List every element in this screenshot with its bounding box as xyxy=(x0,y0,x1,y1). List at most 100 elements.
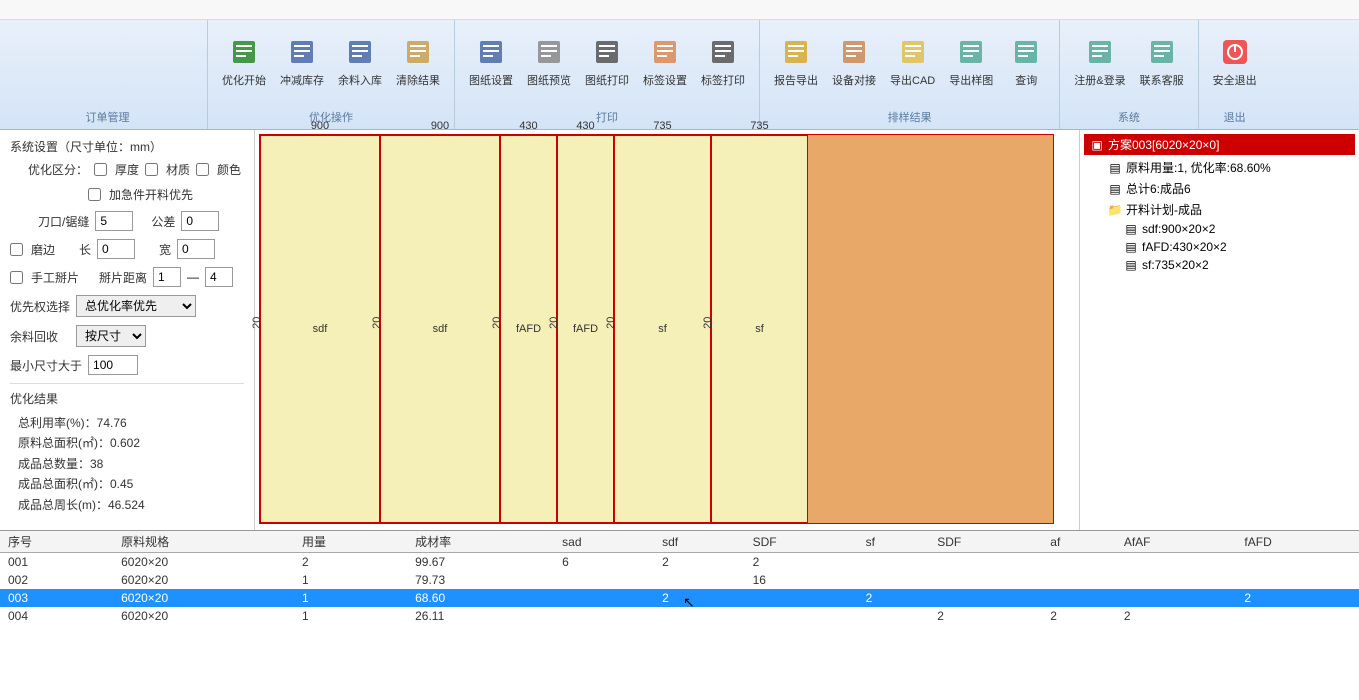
table-row[interactable]: 0026020×20179.7316 xyxy=(0,571,1359,589)
title-bar xyxy=(0,0,1359,20)
blade-label: 刀口/锯缝 xyxy=(38,213,89,230)
col-header[interactable]: sf xyxy=(858,531,930,553)
color-checkbox[interactable] xyxy=(196,163,209,176)
tree-item[interactable]: ▤sf:735×20×2 xyxy=(1084,256,1355,274)
search-people-icon xyxy=(1010,36,1042,68)
result-product-area: 成品总面积(㎡)：0.45 xyxy=(18,474,244,494)
priority-select[interactable]: 总优化率优先 xyxy=(76,295,196,317)
layout-piece[interactable]: 43020fAFD xyxy=(557,135,614,523)
contact-cs-button[interactable]: 联系客服 xyxy=(1134,32,1190,92)
calendar-icon xyxy=(475,36,507,68)
result-utilization: 总利用率(%)：74.76 xyxy=(18,413,244,433)
boxes-icon xyxy=(344,36,376,68)
safe-exit-button[interactable]: 安全退出 xyxy=(1207,32,1263,92)
urgent-checkbox[interactable] xyxy=(88,188,101,201)
doc-icon: ▤ xyxy=(1108,161,1122,175)
result-raw-area: 原料总面积(㎡)：0.602 xyxy=(18,433,244,453)
folder-icon: 📁 xyxy=(1108,203,1122,217)
square-icon xyxy=(897,36,929,68)
export-cad-button[interactable]: 导出CAD xyxy=(884,32,941,92)
col-header[interactable]: 成材率 xyxy=(407,531,554,553)
offcut-select[interactable]: 按尺寸 xyxy=(76,325,146,347)
col-header[interactable]: sad xyxy=(554,531,654,553)
support-icon xyxy=(1146,36,1178,68)
blade-input[interactable] xyxy=(95,211,133,231)
tree-item[interactable]: 📁开料计划-成品 xyxy=(1084,199,1355,220)
offcut-in-button[interactable]: 余料入库 xyxy=(332,32,388,92)
export-sample-button[interactable]: 导出样图 xyxy=(943,32,999,92)
stock-reduce-button[interactable]: 冲减库存 xyxy=(274,32,330,92)
length-input[interactable] xyxy=(97,239,135,259)
device-connect-button[interactable]: 设备对接 xyxy=(826,32,882,92)
material-checkbox[interactable] xyxy=(145,163,158,176)
col-header[interactable]: SDF xyxy=(745,531,858,553)
play-icon xyxy=(228,36,260,68)
tree-root[interactable]: ▣ 方案003[6020×20×0] xyxy=(1084,134,1355,155)
table-row[interactable]: 0016020×20299.67622 xyxy=(0,553,1359,572)
list-check-icon xyxy=(286,36,318,68)
clear-result-button[interactable]: 清除结果 xyxy=(390,32,446,92)
label-print-button[interactable]: 标签打印 xyxy=(695,32,751,92)
layout-piece[interactable]: 90020sdf xyxy=(260,135,380,523)
pencil-icon xyxy=(838,36,870,68)
report-export-button[interactable]: 报告导出 xyxy=(768,32,824,92)
col-header[interactable]: AfAF xyxy=(1116,531,1237,553)
doc-icon: ▤ xyxy=(1124,240,1138,254)
results-table: 序号原料规格用量成材率sadsdfSDFsfSDFafAfAFfAFD 0016… xyxy=(0,530,1359,700)
user-icon xyxy=(1084,36,1116,68)
doc-icon: ▤ xyxy=(1124,258,1138,272)
main-area: 系统设置（尺寸单位：mm） 优化区分： 厚度 材质 颜色 加急件开料优先 刀口/… xyxy=(0,130,1359,530)
grind-checkbox[interactable] xyxy=(10,243,23,256)
tree-item[interactable]: ▤总计6:成品6 xyxy=(1084,178,1355,199)
power-icon xyxy=(1219,36,1251,68)
drawing-preview-button[interactable]: 图纸预览 xyxy=(521,32,577,92)
register-login-button[interactable]: 注册&登录 xyxy=(1068,32,1131,92)
layout-piece[interactable]: 73520sf xyxy=(711,135,808,523)
printer-icon xyxy=(591,36,623,68)
col-header[interactable]: sdf xyxy=(654,531,744,553)
doc-icon: ▤ xyxy=(1108,182,1122,196)
drawing-setting-button[interactable]: 图纸设置 xyxy=(463,32,519,92)
tree-item[interactable]: ▤sdf:900×20×2 xyxy=(1084,220,1355,238)
ribbon-toolbar: 订单管理优化开始冲减库存余料入库清除结果优化操作图纸设置图纸预览图纸打印标签设置… xyxy=(0,20,1359,130)
col-header[interactable]: 序号 xyxy=(0,531,113,553)
col-header[interactable]: SDF xyxy=(929,531,1042,553)
image-icon xyxy=(955,36,987,68)
thickness-checkbox[interactable] xyxy=(94,163,107,176)
col-header[interactable]: af xyxy=(1042,531,1116,553)
tree-item[interactable]: ▤原料用量:1, 优化率:68.60% xyxy=(1084,157,1355,178)
label-setting-button[interactable]: 标签设置 xyxy=(637,32,693,92)
width-input[interactable] xyxy=(177,239,215,259)
col-header[interactable]: 用量 xyxy=(294,531,407,553)
tolerance-label: 公差 xyxy=(151,213,175,230)
table-row[interactable]: 0036020×20168.60222 xyxy=(0,589,1359,607)
drawing-print-button[interactable]: 图纸打印 xyxy=(579,32,635,92)
zoom-icon xyxy=(533,36,565,68)
col-header[interactable]: fAFD xyxy=(1236,531,1359,553)
minsize-input[interactable] xyxy=(88,355,138,375)
split-from-input[interactable] xyxy=(153,267,181,287)
result-product-perimeter: 成品总周长(m)：46.524 xyxy=(18,495,244,515)
length-label: 长 xyxy=(79,241,91,258)
priority-label: 优先权选择 xyxy=(10,298,70,315)
width-label: 宽 xyxy=(159,241,171,258)
tree-item[interactable]: ▤fAFD:430×20×2 xyxy=(1084,238,1355,256)
layout-canvas: 90020sdf90020sdf43020fAFD43020fAFD73520s… xyxy=(255,130,1079,530)
optimize-start-button[interactable]: 优化开始 xyxy=(216,32,272,92)
split-to-input[interactable] xyxy=(205,267,233,287)
doc-icon: ▤ xyxy=(1124,222,1138,236)
manual-split-checkbox[interactable] xyxy=(10,271,23,284)
tolerance-input[interactable] xyxy=(181,211,219,231)
layout-piece[interactable]: 90020sdf xyxy=(380,135,500,523)
label-icon xyxy=(649,36,681,68)
printer2-icon xyxy=(707,36,739,68)
results-title: 优化结果 xyxy=(10,390,244,407)
settings-sidebar: 系统设置（尺寸单位：mm） 优化区分： 厚度 材质 颜色 加急件开料优先 刀口/… xyxy=(0,130,255,530)
layout-piece[interactable]: 43020fAFD xyxy=(500,135,557,523)
offcut-label: 余料回收 xyxy=(10,328,58,345)
folder-icon: ▣ xyxy=(1090,138,1104,152)
query-button[interactable]: 查询 xyxy=(1001,32,1051,92)
col-header[interactable]: 原料规格 xyxy=(113,531,294,553)
layout-piece[interactable]: 73520sf xyxy=(614,135,711,523)
table-row[interactable]: 0046020×20126.11222 xyxy=(0,607,1359,625)
